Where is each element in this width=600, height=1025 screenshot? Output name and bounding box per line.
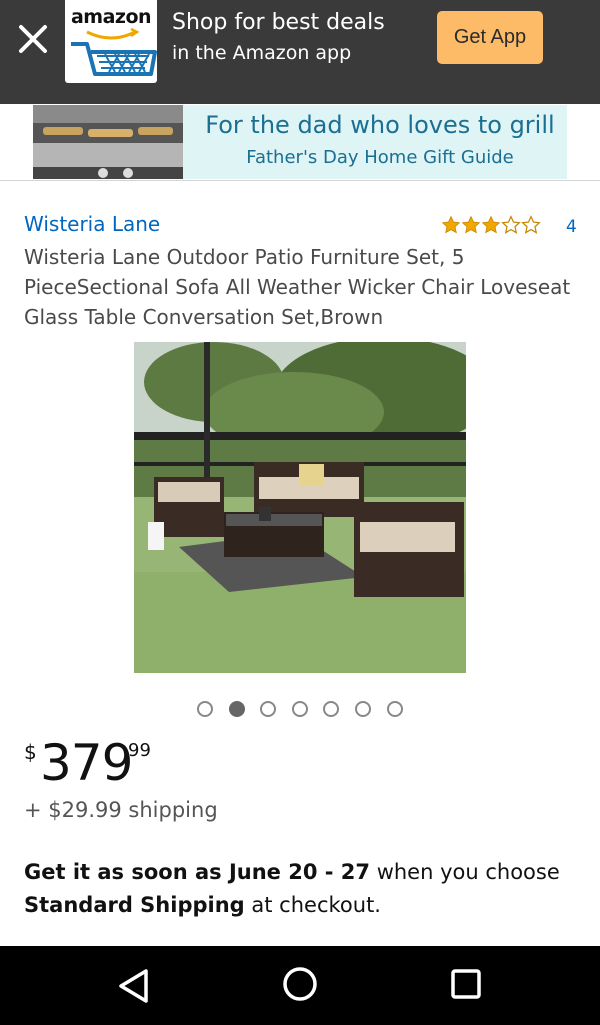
image-pager[interactable] bbox=[197, 701, 403, 719]
pager-dot[interactable] bbox=[355, 701, 371, 717]
recent-square-icon[interactable] bbox=[448, 966, 484, 1002]
star-empty-icon bbox=[521, 215, 541, 234]
pager-dot[interactable] bbox=[323, 701, 339, 717]
ad-title: For the dad who loves to grill bbox=[205, 111, 555, 139]
pager-dot-active[interactable] bbox=[229, 701, 245, 717]
brand-link[interactable]: Wisteria Lane bbox=[24, 212, 160, 236]
banner-line1: Shop for best deals bbox=[172, 10, 385, 35]
amazon-app-logo[interactable]: amazon bbox=[65, 0, 157, 83]
pager-dot[interactable] bbox=[387, 701, 403, 717]
fathers-day-ad[interactable]: For the dad who loves to grill Father's … bbox=[33, 105, 567, 179]
get-app-button[interactable]: Get App bbox=[437, 11, 543, 64]
close-icon[interactable] bbox=[14, 20, 52, 58]
rating-count-link[interactable]: 4 bbox=[566, 217, 577, 237]
star-full-icon bbox=[441, 215, 461, 234]
price-whole: 379 bbox=[40, 734, 133, 792]
system-nav-bar bbox=[0, 946, 600, 1025]
star-empty-icon bbox=[501, 215, 521, 234]
product-image[interactable] bbox=[134, 342, 466, 673]
price-currency: $ bbox=[24, 740, 37, 764]
star-rating[interactable] bbox=[441, 215, 541, 235]
app-install-banner: amazon Shop for best deals in the Amazon… bbox=[0, 0, 600, 104]
pager-dot[interactable] bbox=[292, 701, 308, 717]
ad-subtitle: Father's Day Home Gift Guide bbox=[246, 147, 514, 168]
shipping-cost: + $29.99 shipping bbox=[24, 798, 218, 822]
star-full-icon bbox=[461, 215, 481, 234]
delivery-date: Get it as soon as June 20 - 27 bbox=[24, 860, 371, 884]
delivery-estimate: Get it as soon as June 20 - 27 when you … bbox=[24, 856, 584, 922]
delivery-text-end: at checkout. bbox=[244, 893, 381, 917]
home-circle-icon[interactable] bbox=[281, 965, 319, 1003]
product-title: Wisteria Lane Outdoor Patio Furniture Se… bbox=[24, 245, 571, 329]
delivery-text: when you choose bbox=[370, 860, 560, 884]
pager-dot[interactable] bbox=[197, 701, 213, 717]
back-triangle-icon[interactable] bbox=[115, 966, 151, 1006]
cart-icon bbox=[71, 27, 157, 76]
divider bbox=[0, 180, 600, 181]
pager-dot[interactable] bbox=[260, 701, 276, 717]
banner-line2: in the Amazon app bbox=[172, 42, 352, 64]
banner-message: Shop for best deals in the Amazon app bbox=[172, 8, 385, 68]
star-full-icon bbox=[481, 215, 501, 234]
shipping-method: Standard Shipping bbox=[24, 893, 245, 917]
grill-image bbox=[33, 105, 183, 179]
price-fraction: 99 bbox=[128, 740, 151, 761]
